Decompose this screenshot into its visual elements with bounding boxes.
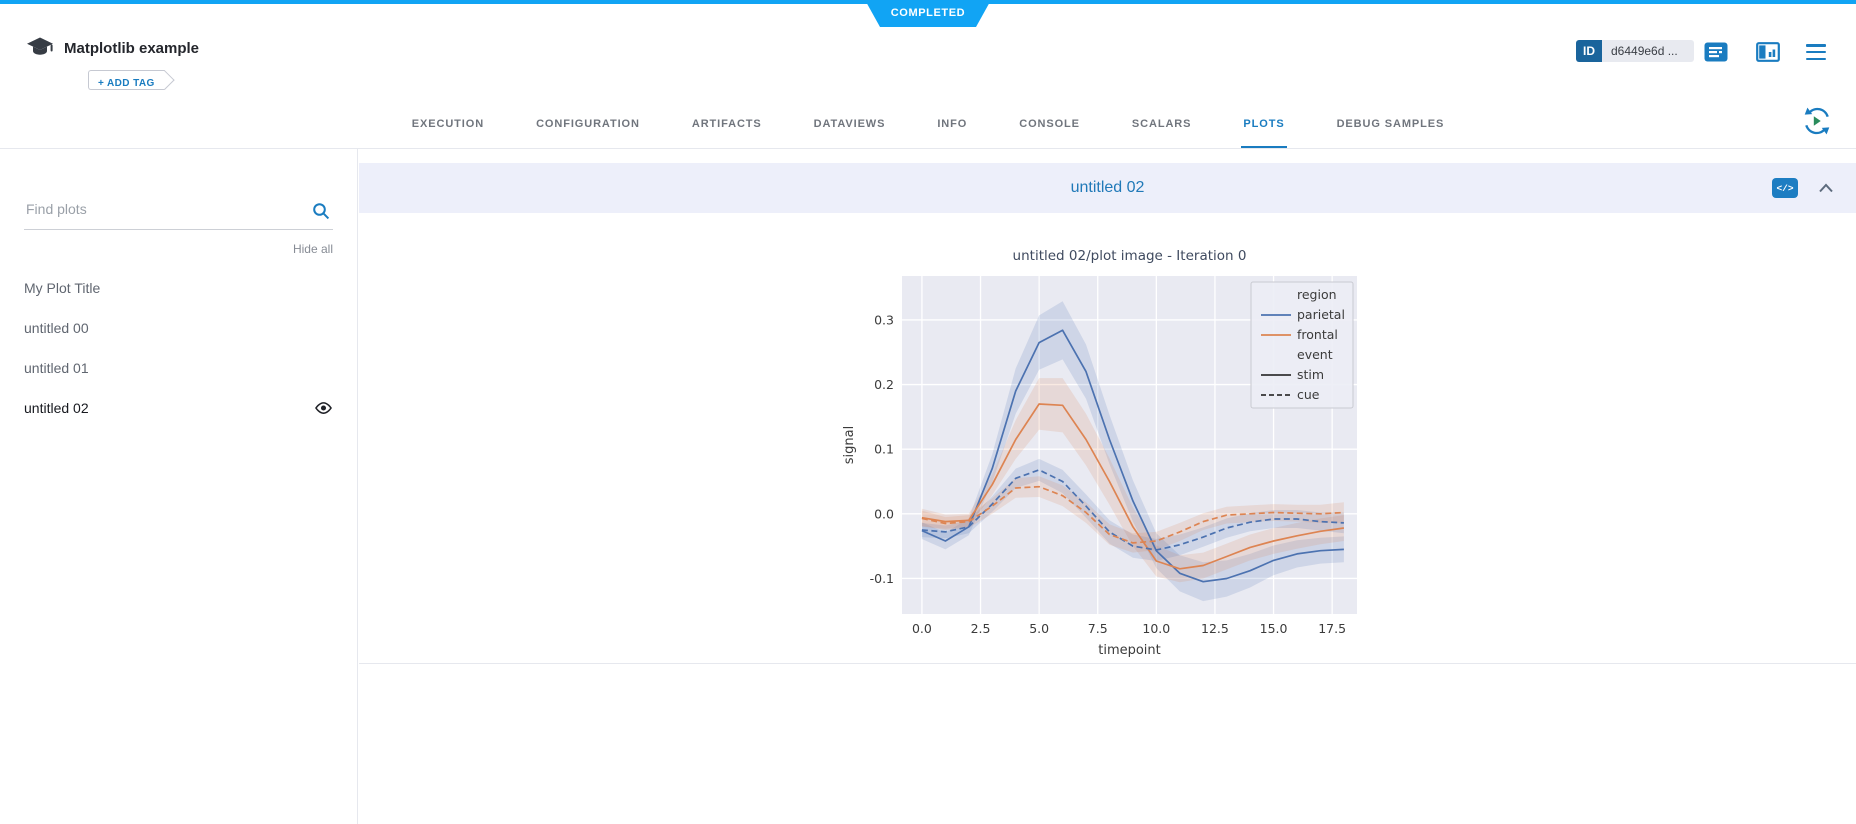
- fmri-line-chart[interactable]: 0.0 2.5 5.0 7.5 10.0 12.5 15.0 17.5 -0.1 0.0 0.1 0.…: [840, 240, 1365, 664]
- plot-list-item[interactable]: untitled 00: [24, 308, 333, 348]
- tab-console[interactable]: CONSOLE: [1017, 100, 1082, 148]
- svg-text:0.0: 0.0: [874, 506, 894, 521]
- clearml-experiment-screen: COMPLETED Matplotlib example + ADD TAG I…: [0, 0, 1856, 824]
- svg-text:12.5: 12.5: [1201, 621, 1229, 636]
- svg-text:parietal: parietal: [1297, 307, 1345, 322]
- tab-dataviews[interactable]: DATAVIEWS: [812, 100, 888, 148]
- experiment-title: Matplotlib example: [64, 40, 199, 57]
- plot-list-item-selected[interactable]: untitled 02: [24, 388, 333, 428]
- svg-text:0.3: 0.3: [874, 312, 894, 327]
- tab-artifacts[interactable]: ARTIFACTS: [690, 100, 764, 148]
- experiment-id-badge[interactable]: ID d6449e6d ...: [1576, 40, 1694, 62]
- svg-text:0.2: 0.2: [874, 377, 894, 392]
- svg-text:timepoint: timepoint: [1098, 643, 1161, 658]
- status-badge: COMPLETED: [865, 0, 991, 27]
- svg-text:stim: stim: [1297, 367, 1324, 382]
- svg-text:signal: signal: [842, 426, 857, 464]
- task-type-icon: [26, 34, 54, 60]
- code-icon[interactable]: </>: [1772, 178, 1798, 198]
- plots-sidebar: Hide all My Plot Title untitled 00 untit…: [0, 149, 358, 824]
- svg-text:event: event: [1297, 347, 1333, 362]
- add-tag-button[interactable]: + ADD TAG: [88, 70, 165, 90]
- svg-text:0.1: 0.1: [874, 442, 894, 457]
- svg-text:5.0: 5.0: [1029, 621, 1049, 636]
- search-icon[interactable]: [311, 201, 331, 221]
- svg-text:frontal: frontal: [1297, 327, 1338, 342]
- svg-text:region: region: [1297, 287, 1337, 302]
- svg-text:15.0: 15.0: [1260, 621, 1288, 636]
- task-details-icon[interactable]: [1704, 42, 1728, 62]
- svg-text:untitled 02/plot image - Itera: untitled 02/plot image - Iteration 0: [1013, 248, 1247, 264]
- plot-list-item[interactable]: My Plot Title: [24, 268, 333, 308]
- search-input[interactable]: [24, 200, 298, 218]
- tab-execution[interactable]: EXECUTION: [410, 100, 486, 148]
- collapse-panel-icon[interactable]: [1818, 180, 1834, 196]
- plot-list-item[interactable]: untitled 01: [24, 348, 333, 388]
- tab-plots[interactable]: PLOTS: [1241, 100, 1286, 148]
- svg-text:7.5: 7.5: [1088, 621, 1108, 636]
- svg-text:10.0: 10.0: [1142, 621, 1170, 636]
- svg-text:-0.1: -0.1: [870, 571, 894, 586]
- id-value: d6449e6d ...: [1602, 40, 1694, 62]
- tab-scalars[interactable]: SCALARS: [1130, 100, 1193, 148]
- tab-bar: EXECUTION CONFIGURATION ARTIFACTS DATAVI…: [0, 100, 1856, 149]
- plot-list: My Plot Title untitled 00 untitled 01 un…: [24, 268, 333, 428]
- plot-panel-title: untitled 02: [1071, 179, 1145, 197]
- svg-text:cue: cue: [1297, 387, 1320, 402]
- tab-debug-samples[interactable]: DEBUG SAMPLES: [1335, 100, 1447, 148]
- id-label: ID: [1576, 40, 1602, 62]
- menu-icon[interactable]: [1806, 44, 1826, 60]
- split-view-icon[interactable]: [1756, 42, 1780, 62]
- svg-text:17.5: 17.5: [1318, 621, 1346, 636]
- plot-search: [24, 200, 333, 230]
- status-badge-label: COMPLETED: [891, 7, 965, 21]
- tab-configuration[interactable]: CONFIGURATION: [534, 100, 642, 148]
- tab-info[interactable]: INFO: [935, 100, 969, 148]
- plot-display-area: 0.0 2.5 5.0 7.5 10.0 12.5 15.0 17.5 -0.1 0.0 0.1 0.…: [359, 213, 1856, 664]
- auto-refresh-icon[interactable]: [1801, 105, 1833, 137]
- svg-text:0.0: 0.0: [912, 621, 932, 636]
- plot-panel-header: untitled 02 </>: [359, 163, 1856, 213]
- eye-icon[interactable]: [314, 401, 333, 415]
- svg-text:2.5: 2.5: [971, 621, 991, 636]
- hide-all-link[interactable]: Hide all: [24, 242, 333, 256]
